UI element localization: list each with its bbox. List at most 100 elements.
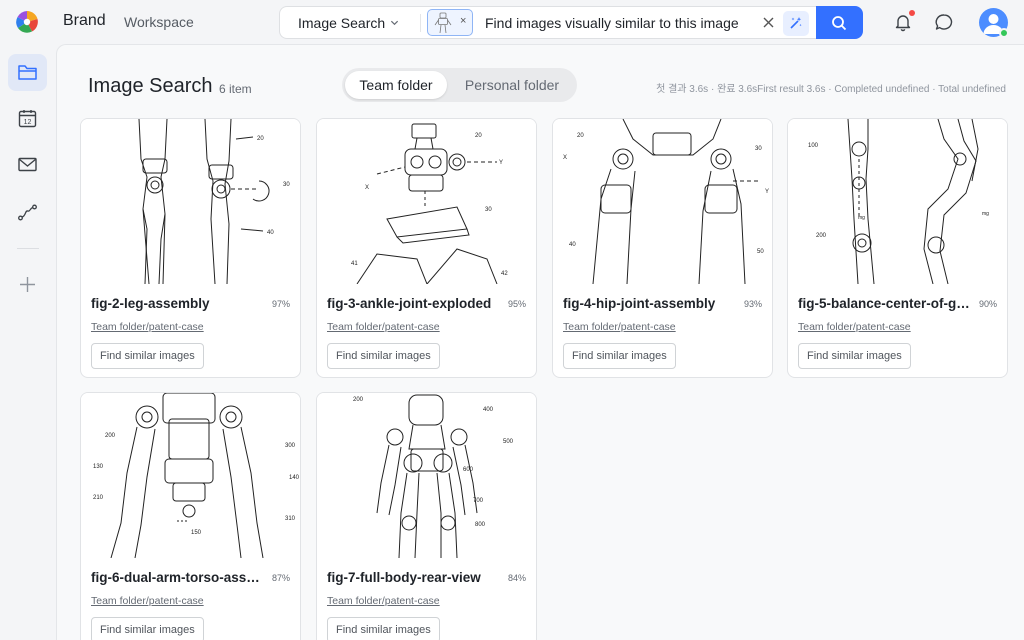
svg-text:X: X: [563, 155, 567, 161]
result-image[interactable]: 200 400 500 600 700 800: [317, 393, 536, 558]
result-name[interactable]: fig-3-ankle-joint-exploded: [327, 296, 503, 311]
svg-text:310: 310: [285, 516, 296, 522]
folder-icon: [18, 65, 37, 80]
sidebar-divider: [17, 248, 39, 249]
find-similar-button[interactable]: Find similar images: [327, 617, 440, 640]
notification-dot: [909, 10, 915, 16]
sidebar: 12: [0, 44, 55, 640]
result-card[interactable]: 20 X 30 Y 40 50 fig-4-hip-joint-assembly…: [552, 118, 773, 378]
result-image[interactable]: 100 200 mg mg: [788, 119, 1007, 284]
svg-text:40: 40: [267, 230, 274, 236]
search-button[interactable]: [816, 6, 863, 39]
chat-icon[interactable]: [934, 12, 954, 32]
svg-text:50: 50: [757, 249, 764, 255]
chevron-down-icon[interactable]: [390, 18, 399, 27]
svg-text:200: 200: [105, 433, 116, 439]
result-count: 6 item: [219, 82, 252, 96]
magic-wand-icon: [790, 17, 802, 29]
sidebar-item-calendar[interactable]: 12: [8, 100, 47, 137]
similarity-score: 95%: [507, 299, 526, 309]
query-image-thumbnail: [434, 12, 452, 34]
result-image[interactable]: 20 Y X 30 41 42: [317, 119, 536, 284]
page-title: Image Search: [88, 75, 213, 97]
find-similar-button[interactable]: Find similar images: [327, 343, 440, 369]
svg-text:42: 42: [501, 271, 508, 277]
search-divider: [420, 14, 421, 32]
svg-text:mg: mg: [982, 211, 989, 217]
result-name[interactable]: fig-5-balance-center-of-gravity: [798, 296, 974, 311]
result-path-link[interactable]: Team folder/patent-case: [327, 321, 440, 333]
workspace-name[interactable]: Workspace: [124, 14, 194, 30]
svg-text:Y: Y: [499, 160, 503, 166]
search-bar: Image Search × Find images visually simi…: [279, 6, 817, 39]
search-scope-select[interactable]: Image Search: [298, 15, 385, 31]
result-card[interactable]: 20 30 40 fig-2-leg-assembly 97% Team fol…: [80, 118, 301, 378]
result-name[interactable]: fig-4-hip-joint-assembly: [563, 296, 739, 311]
svg-text:210: 210: [93, 495, 104, 501]
similarity-score: 93%: [743, 299, 762, 309]
svg-text:200: 200: [353, 397, 364, 403]
result-path-link[interactable]: Team folder/patent-case: [91, 595, 204, 607]
remove-image-icon[interactable]: ×: [460, 15, 466, 27]
svg-text:41: 41: [351, 261, 358, 267]
find-similar-button[interactable]: Find similar images: [91, 617, 204, 640]
calendar-day-label: 12: [24, 119, 32, 126]
svg-text:30: 30: [283, 182, 290, 188]
query-image-chip[interactable]: ×: [427, 9, 473, 36]
find-similar-button[interactable]: Find similar images: [91, 343, 204, 369]
find-similar-button[interactable]: Find similar images: [798, 343, 911, 369]
result-card[interactable]: 20 Y X 30 41 42 fig-3-ankle-joint-explod…: [316, 118, 537, 378]
svg-text:300: 300: [285, 443, 296, 449]
find-similar-button[interactable]: Find similar images: [563, 343, 676, 369]
result-name[interactable]: fig-7-full-body-rear-view: [327, 570, 503, 585]
result-card[interactable]: 200 300 130 140 210 310 150 fig-6-dual-a…: [80, 392, 301, 640]
svg-text:40: 40: [569, 242, 576, 248]
result-path-link[interactable]: Team folder/patent-case: [563, 321, 676, 333]
result-image[interactable]: 20 30 40: [81, 119, 300, 284]
sidebar-item-mail[interactable]: [8, 146, 47, 183]
svg-text:20: 20: [577, 133, 584, 139]
svg-text:mg: mg: [858, 215, 865, 221]
sidebar-item-workflow[interactable]: [8, 194, 47, 231]
result-image[interactable]: 200 300 130 140 210 310 150: [81, 393, 300, 558]
svg-text:200: 200: [816, 233, 827, 239]
main-panel: Image Search 6 item Team folder Personal…: [56, 44, 1024, 640]
svg-text:140: 140: [289, 475, 300, 481]
svg-text:30: 30: [755, 146, 762, 152]
folder-tabs: Team folder Personal folder: [342, 68, 577, 102]
similarity-score: 87%: [271, 573, 290, 583]
svg-text:Y: Y: [765, 189, 769, 195]
result-path-link[interactable]: Team folder/patent-case: [327, 595, 440, 607]
online-status-dot: [999, 28, 1009, 38]
sidebar-item-folder[interactable]: [8, 54, 47, 91]
tab-personal-folder[interactable]: Personal folder: [452, 71, 572, 99]
svg-text:700: 700: [473, 498, 484, 504]
similarity-score: 90%: [978, 299, 997, 309]
calendar-icon: 12: [18, 110, 37, 128]
svg-text:X: X: [365, 185, 369, 191]
svg-text:600: 600: [463, 467, 474, 473]
search-query-text[interactable]: Find images visually similar to this ima…: [485, 15, 739, 31]
sidebar-item-add[interactable]: [8, 266, 47, 303]
plus-icon: [20, 277, 35, 292]
result-path-link[interactable]: Team folder/patent-case: [798, 321, 911, 333]
svg-text:30: 30: [485, 207, 492, 213]
result-name[interactable]: fig-6-dual-arm-torso-assembly: [91, 570, 267, 585]
logo-icon[interactable]: [16, 11, 38, 33]
route-icon: [18, 204, 37, 221]
svg-text:150: 150: [191, 530, 202, 536]
result-path-link[interactable]: Team folder/patent-case: [91, 321, 204, 333]
result-image[interactable]: 20 X 30 Y 40 50: [553, 119, 772, 284]
similarity-score: 97%: [271, 299, 290, 309]
result-name[interactable]: fig-2-leg-assembly: [91, 296, 267, 311]
search-timing-stats: 첫 결과 3.6s · 완료 3.6sFirst result 3.6s · C…: [656, 84, 1006, 95]
result-card[interactable]: 100 200 mg mg fig-5-balance-center-of-gr…: [787, 118, 1008, 378]
tab-team-folder[interactable]: Team folder: [345, 71, 447, 99]
result-card[interactable]: 200 400 500 600 700 800 fig-7-full-body-…: [316, 392, 537, 640]
mail-icon: [18, 157, 37, 172]
brand-name[interactable]: Brand: [63, 12, 106, 30]
close-icon[interactable]: [762, 16, 775, 29]
svg-text:100: 100: [808, 143, 819, 149]
svg-text:400: 400: [483, 407, 494, 413]
magic-wand-button[interactable]: [783, 11, 809, 36]
